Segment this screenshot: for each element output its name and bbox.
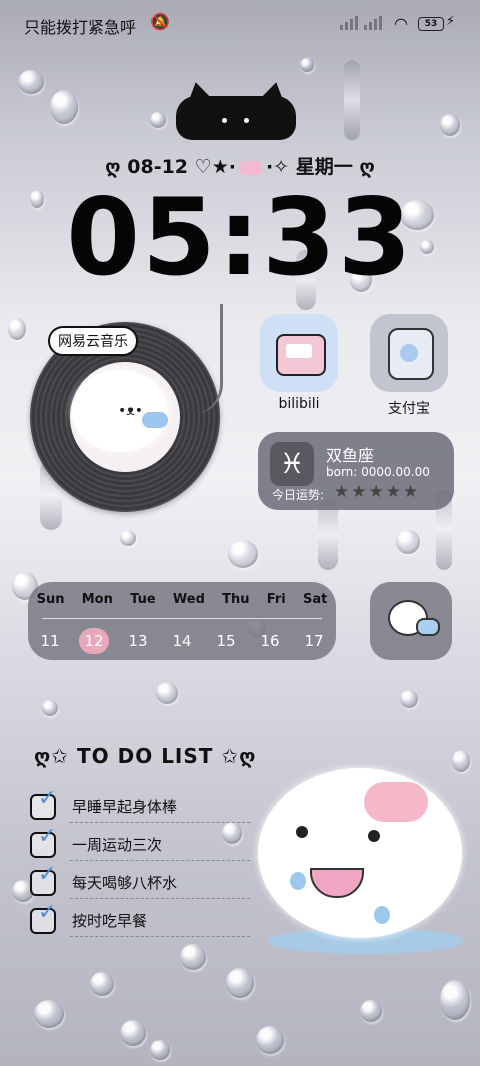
wing-icon: ღ (359, 156, 375, 178)
heart-icon: ♡★· (194, 156, 236, 178)
divider (42, 618, 322, 619)
todo-text: 早睡早起身体棒 (72, 798, 178, 816)
calendar-date[interactable]: 16 (255, 628, 285, 654)
carrier-text: 只能拨打紧急呼 (24, 18, 137, 37)
tonearm (180, 304, 223, 414)
weekday-label: Tue (130, 592, 156, 607)
fortune-stars: ★★★★★ (334, 482, 421, 502)
charging-icon: ⚡ (446, 14, 456, 29)
todo-title-text: TO DO LIST (77, 744, 214, 768)
date-text: 08-12 (127, 156, 189, 178)
alipay-app-label[interactable]: 支付宝 (359, 398, 459, 418)
bow-icon (239, 160, 262, 175)
weekday-label: Wed (172, 592, 205, 607)
todo-item[interactable]: ✓ 按时吃早餐 (30, 900, 250, 937)
signal-icon (340, 16, 382, 30)
sparkle-icon: ·✧ (265, 156, 290, 178)
calendar-widget[interactable]: Sun Mon Tue Wed Thu Fri Sat 11 12 13 14 … (28, 582, 336, 660)
wing-icon: ღ✩ (34, 744, 70, 768)
cat-app-icon[interactable] (370, 582, 452, 660)
todo-item[interactable]: ✓ 一周运动三次 (30, 824, 250, 861)
check-icon: ✓ (38, 862, 57, 887)
todo-item[interactable]: ✓ 每天喝够八杯水 (30, 862, 250, 899)
weekday-label: Sat (302, 592, 328, 607)
weekday-label: Fri (266, 592, 286, 607)
horoscope-widget[interactable]: ♓ 双鱼座 born: 0000.00.00 今日运势: ★★★★★ (258, 432, 454, 510)
wing-icon: ღ (105, 156, 121, 178)
todo-text: 一周运动三次 (72, 836, 163, 854)
bilibili-app-icon[interactable] (260, 314, 338, 392)
check-icon: ✓ (38, 786, 57, 811)
todo-title: ღ✩ TO DO LIST ✩ღ (34, 744, 256, 768)
pisces-icon: ♓ (270, 442, 314, 486)
weekday-label: Mon (81, 592, 113, 607)
status-bar: 只能拨打紧急呼 🔕 ◠ 53 ⚡ (0, 0, 480, 48)
todo-text: 按时吃早餐 (72, 912, 148, 930)
check-icon: ✓ (38, 900, 57, 925)
weekday-text: 星期一 (295, 156, 353, 178)
calendar-date[interactable]: 15 (211, 628, 241, 654)
music-app-label[interactable]: 网易云音乐 (48, 326, 138, 356)
bilibili-app-label[interactable]: bilibili (249, 396, 349, 412)
calendar-date[interactable]: 11 (35, 628, 65, 654)
horoscope-sign: 双鱼座 (326, 446, 375, 465)
check-icon: ✓ (38, 824, 57, 849)
weekday-label: Thu (222, 592, 250, 607)
todo-text: 每天喝够八杯水 (72, 874, 178, 892)
horoscope-born: born: 0000.00.00 (326, 465, 430, 479)
wifi-icon: ◠ (394, 14, 408, 33)
clock-time: 05:33 (66, 176, 414, 299)
fish-icon (142, 412, 168, 428)
battery-icon: 53 (418, 17, 444, 31)
weekday-label: Sun (36, 592, 65, 607)
calendar-date[interactable]: 17 (299, 628, 329, 654)
alipay-app-icon[interactable] (370, 314, 448, 392)
weekday-row: Sun Mon Tue Wed Thu Fri Sat (28, 592, 336, 607)
mute-bell-icon: 🔕 (150, 12, 170, 31)
cat-head-decoration (176, 79, 296, 140)
calendar-date-today[interactable]: 12 (79, 628, 109, 654)
todo-item[interactable]: ✓ 早睡早起身体棒 (30, 786, 250, 823)
fortune-label: 今日运势: (272, 488, 325, 502)
date-row: 11 12 13 14 15 16 17 (28, 628, 336, 654)
calendar-date[interactable]: 13 (123, 628, 153, 654)
wing-icon: ✩ღ (221, 744, 257, 768)
date-line: ღ 08-12 ♡★· ·✧ 星期一 ღ (0, 152, 480, 179)
calendar-date[interactable]: 14 (167, 628, 197, 654)
